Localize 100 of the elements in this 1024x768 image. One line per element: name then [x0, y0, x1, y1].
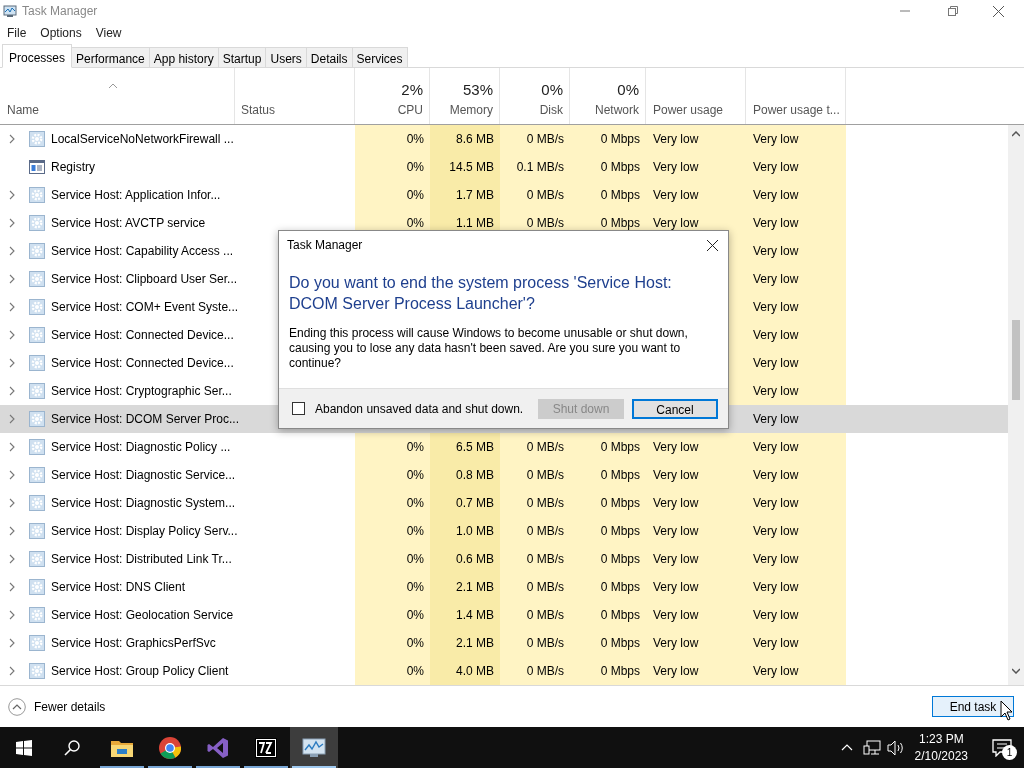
process-name: Service Host: GraphicsPerfSvc — [51, 635, 216, 652]
table-cell-text: Very low — [753, 579, 799, 596]
process-name: Service Host: Application Infor... — [51, 187, 221, 204]
table-cell-text: 0% — [406, 215, 424, 232]
table-cell-text: 0 MB/s — [526, 579, 564, 596]
process-name: Service Host: DCOM Server Proc... — [51, 411, 240, 428]
table-cell-text: Very low — [753, 383, 799, 400]
table-cell-text: 0 Mbps — [600, 579, 640, 596]
table-cell-text: 0.8 MB — [456, 467, 494, 484]
table-cell-text: 1.0 MB — [456, 523, 494, 540]
column-label: Memory — [448, 102, 493, 119]
table-cell-text: 0 MB/s — [526, 215, 564, 232]
table-cell-text: 0 Mbps — [600, 439, 640, 456]
process-name: Service Host: Cryptographic Ser... — [51, 383, 232, 400]
table-cell-text: 0 Mbps — [600, 607, 640, 624]
table-cell-text: 0% — [406, 551, 424, 568]
table-cell-text: 0% — [406, 131, 424, 148]
process-name: Registry — [51, 159, 95, 176]
table-cell-text: 0.7 MB — [456, 495, 494, 512]
table-cell-text: 0% — [406, 607, 424, 624]
table-cell-text: 0 MB/s — [526, 467, 564, 484]
dialog-title: Task Manager — [287, 237, 363, 254]
table-cell-text: 0 MB/s — [526, 131, 564, 148]
table-cell-text: 0 Mbps — [600, 187, 640, 204]
table-cell-text: 0% — [406, 663, 424, 680]
table-cell-text: Very low — [753, 411, 799, 428]
table-cell-text: Very low — [653, 607, 699, 624]
table-cell-text: 0% — [406, 187, 424, 204]
table-cell-text: Very low — [653, 635, 699, 652]
table-cell-text: Very low — [753, 215, 799, 232]
table-cell-text: Very low — [653, 131, 699, 148]
table-cell-text: Very low — [753, 243, 799, 260]
table-cell-text: 0% — [406, 159, 424, 176]
table-cell-text: Very low — [653, 551, 699, 568]
table-cell-text: Very low — [653, 663, 699, 680]
process-name: Service Host: Diagnostic Service... — [51, 467, 236, 484]
process-name: Service Host: Diagnostic Policy ... — [51, 439, 231, 456]
table-cell-text: 1.4 MB — [456, 607, 494, 624]
table-cell-text: Very low — [753, 271, 799, 288]
table-cell-text: 0 Mbps — [600, 523, 640, 540]
process-name: Service Host: COM+ Event Syste... — [51, 299, 239, 316]
table-cell-text: 0 Mbps — [600, 551, 640, 568]
dialog-message: Ending this process will cause Windows to become unusable or shut down, causing you to lose any data hasn't been saved. Are you sure you want to continue? — [288, 325, 689, 371]
table-cell-text: Very low — [653, 187, 699, 204]
table-cell-text: Very low — [753, 523, 799, 540]
column-label: Disk — [538, 102, 563, 119]
table-cell-text: 1.1 MB — [456, 215, 494, 232]
column-label: CPU — [396, 102, 423, 119]
table-cell-text: 0% — [406, 635, 424, 652]
table-cell-text: Very low — [753, 467, 799, 484]
table-cell-text: 0 MB/s — [526, 635, 564, 652]
notification-count: 1 — [1002, 745, 1017, 760]
column-percent: 0% — [616, 80, 639, 100]
table-cell-text: Very low — [753, 355, 799, 372]
table-cell-text: 4.0 MB — [456, 663, 494, 680]
table-cell-text: Very low — [753, 663, 799, 680]
process-name: Service Host: Display Policy Serv... — [51, 523, 238, 540]
table-cell-text: 0 MB/s — [526, 607, 564, 624]
table-cell-text: 2.1 MB — [456, 635, 494, 652]
table-cell-text: Very low — [753, 439, 799, 456]
table-cell-text: Very low — [653, 523, 699, 540]
table-cell-text: 0 Mbps — [600, 131, 640, 148]
column-label: Status — [241, 102, 277, 119]
process-name: Service Host: Geolocation Service — [51, 607, 234, 624]
table-cell-text: Very low — [653, 159, 699, 176]
table-cell-text: Very low — [753, 131, 799, 148]
column-label: Name — [7, 102, 40, 119]
table-cell-text: 1.7 MB — [456, 187, 494, 204]
table-cell-text: 0 MB/s — [526, 551, 564, 568]
process-name: Service Host: Group Policy Client — [51, 663, 229, 680]
table-cell-text: Very low — [753, 635, 799, 652]
process-name: Service Host: Connected Device... — [51, 355, 234, 372]
process-name: Service Host: Diagnostic System... — [51, 495, 236, 512]
table-cell-text: Very low — [753, 327, 799, 344]
process-name: Service Host: DNS Client — [51, 579, 186, 596]
column-percent: 2% — [400, 80, 423, 100]
table-cell-text: 0% — [406, 523, 424, 540]
table-cell-text: 0 MB/s — [526, 187, 564, 204]
process-name: Service Host: Connected Device... — [51, 327, 234, 344]
table-cell-text: 2.1 MB — [456, 579, 494, 596]
table-cell-text: 0% — [406, 495, 424, 512]
table-cell-text: Very low — [653, 579, 699, 596]
window-title: Task Manager — [22, 3, 98, 20]
dialog-heading: Do you want to end the system process 'Service Host: DCOM Server Process Launcher'? — [288, 273, 673, 314]
table-cell-text: 0% — [406, 439, 424, 456]
table-cell-text: 0% — [406, 467, 424, 484]
table-cell-text: Very low — [653, 467, 699, 484]
table-cell-text: 0.1 MB/s — [516, 159, 564, 176]
table-cell-text: 14.5 MB — [449, 159, 494, 176]
table-cell-text: 0 MB/s — [526, 439, 564, 456]
table-cell-text: Very low — [753, 299, 799, 316]
table-cell-text: Very low — [753, 187, 799, 204]
checkbox-label: Abandon unsaved data and shut down. — [315, 400, 524, 418]
column-label: Power usage — [653, 102, 725, 119]
table-cell-text: Very low — [653, 495, 699, 512]
table-cell-text: Very low — [753, 495, 799, 512]
table-cell-text: 0.6 MB — [456, 551, 494, 568]
dialog-button: Shut down — [538, 398, 624, 419]
table-cell-text: Very low — [753, 159, 799, 176]
table-cell-text: 0 Mbps — [600, 635, 640, 652]
